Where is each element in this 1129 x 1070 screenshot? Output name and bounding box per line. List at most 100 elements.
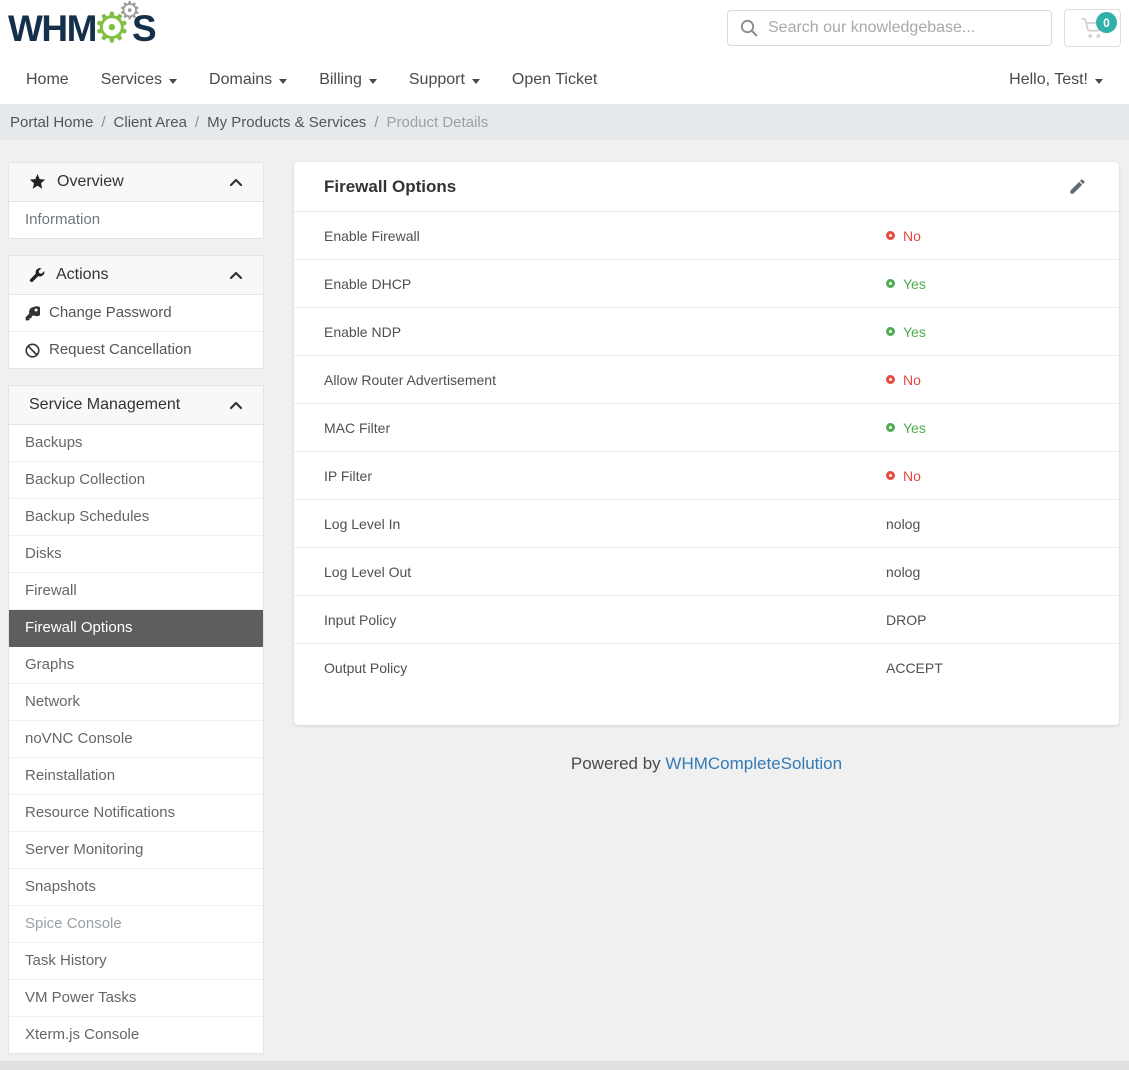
powered-by-text: Powered by [571,754,661,773]
sidebar-item-graphs[interactable]: Graphs [9,647,263,684]
sidebar-item-snapshots[interactable]: Snapshots [9,869,263,906]
nav-item-home[interactable]: Home [10,71,85,89]
main-navigation: Home Services Domains Billing Support Op… [0,56,1129,104]
sidebar-item-resource-notifications[interactable]: Resource Notifications [9,795,263,832]
option-label: Input Policy [324,612,886,628]
service-management-panel: Service Management Backups Backup Collec… [8,385,264,1054]
nav-item-billing[interactable]: Billing [303,71,393,89]
key-icon [25,306,40,321]
pencil-icon [1068,177,1087,196]
breadcrumb-separator: / [374,114,378,131]
table-row: Allow Router Advertisement No [294,356,1119,404]
service-management-panel-header[interactable]: Service Management [9,386,263,425]
table-row: Enable NDP Yes [294,308,1119,356]
search-input[interactable] [727,10,1052,46]
option-label: Allow Router Advertisement [324,372,886,388]
panel-title: Service Management [29,396,180,414]
table-row: Log Level Out nolog [294,548,1119,596]
content-area: Overview Information Actions [0,140,1129,1061]
sidebar-item-spice-console[interactable]: Spice Console [9,906,263,943]
circle-icon [886,375,895,384]
table-row: Input Policy DROP [294,596,1119,644]
sidebar-item-change-password[interactable]: Change Password [9,295,263,332]
chevron-up-icon[interactable] [229,178,243,187]
breadcrumb-product-details: Product Details [386,114,488,131]
panel-title: Overview [57,173,124,191]
sidebar-item-novnc-console[interactable]: noVNC Console [9,721,263,758]
circle-icon [886,279,895,288]
sidebar-item-disks[interactable]: Disks [9,536,263,573]
sidebar: Overview Information Actions [8,162,264,1070]
circle-icon [886,423,895,432]
sidebar-item-information[interactable]: Information [9,202,263,238]
circle-icon [886,231,895,240]
table-row: Enable Firewall No [294,212,1119,260]
ban-icon [25,343,40,358]
option-label: Enable Firewall [324,228,886,244]
caret-down-icon [1095,79,1103,84]
overview-panel-header[interactable]: Overview [9,163,263,202]
breadcrumb-portal-home[interactable]: Portal Home [10,114,93,131]
option-label: MAC Filter [324,420,886,436]
caret-down-icon [369,79,377,84]
nav-item-domains[interactable]: Domains [193,71,303,89]
top-header: WHM ⚙ ⚙ S 0 [0,0,1129,56]
breadcrumb-separator: / [195,114,199,131]
account-menu[interactable]: Hello, Test! [1009,71,1119,89]
sidebar-item-backup-collection[interactable]: Backup Collection [9,462,263,499]
sidebar-item-backup-schedules[interactable]: Backup Schedules [9,499,263,536]
firewall-options-card: Firewall Options Enable Firewall No Enab… [294,162,1119,725]
sidebar-item-task-history[interactable]: Task History [9,943,263,980]
logo-gears: ⚙ ⚙ [94,5,134,51]
caret-down-icon [279,79,287,84]
breadcrumb: Portal Home / Client Area / My Products … [0,104,1129,140]
nav-item-open-ticket[interactable]: Open Ticket [496,71,613,89]
main-column: Firewall Options Enable Firewall No Enab… [294,162,1119,774]
sidebar-item-xtermjs-console[interactable]: Xterm.js Console [9,1017,263,1053]
option-label: Log Level In [324,516,886,532]
table-row: MAC Filter Yes [294,404,1119,452]
breadcrumb-my-products-services[interactable]: My Products & Services [207,114,366,131]
table-row: Enable DHCP Yes [294,260,1119,308]
option-label: Output Policy [324,660,886,676]
table-row: Log Level In nolog [294,500,1119,548]
option-value: No [886,228,1089,244]
option-label: Enable NDP [324,324,886,340]
whmcs-client-area: WHM ⚙ ⚙ S 0 Home Services Domains [0,0,1129,1070]
sidebar-item-reinstallation[interactable]: Reinstallation [9,758,263,795]
sidebar-item-network[interactable]: Network [9,684,263,721]
powered-by-footer: Powered by WHMCompleteSolution [294,754,1119,774]
actions-panel-header[interactable]: Actions [9,256,263,295]
sidebar-item-backups[interactable]: Backups [9,425,263,462]
breadcrumb-separator: / [101,114,105,131]
option-label: Enable DHCP [324,276,886,292]
whmcs-logo[interactable]: WHM ⚙ ⚙ S [8,5,155,51]
actions-panel: Actions Change Password Request Cancell [8,255,264,369]
sidebar-item-request-cancellation[interactable]: Request Cancellation [9,332,263,368]
sidebar-item-server-monitoring[interactable]: Server Monitoring [9,832,263,869]
chevron-up-icon[interactable] [229,401,243,410]
option-label: IP Filter [324,468,886,484]
option-value: Yes [886,324,1089,340]
edit-button[interactable] [1066,175,1089,198]
panel-title: Actions [56,266,108,284]
breadcrumb-client-area[interactable]: Client Area [114,114,187,131]
caret-down-icon [169,79,177,84]
nav-item-services[interactable]: Services [85,71,193,89]
chevron-up-icon[interactable] [229,271,243,280]
option-value: DROP [886,612,1089,628]
circle-icon [886,327,895,336]
nav-item-support[interactable]: Support [393,71,496,89]
option-value: No [886,468,1089,484]
caret-down-icon [472,79,480,84]
whmcs-link[interactable]: WHMCompleteSolution [665,754,842,773]
sidebar-item-firewall[interactable]: Firewall [9,573,263,610]
cart-button[interactable]: 0 [1064,9,1121,47]
overview-panel: Overview Information [8,162,264,239]
option-label: Log Level Out [324,564,886,580]
circle-icon [886,471,895,480]
sidebar-item-firewall-options[interactable]: Firewall Options [9,610,263,647]
cart-count-badge: 0 [1096,12,1117,33]
option-value: nolog [886,564,1089,580]
sidebar-item-vm-power-tasks[interactable]: VM Power Tasks [9,980,263,1017]
